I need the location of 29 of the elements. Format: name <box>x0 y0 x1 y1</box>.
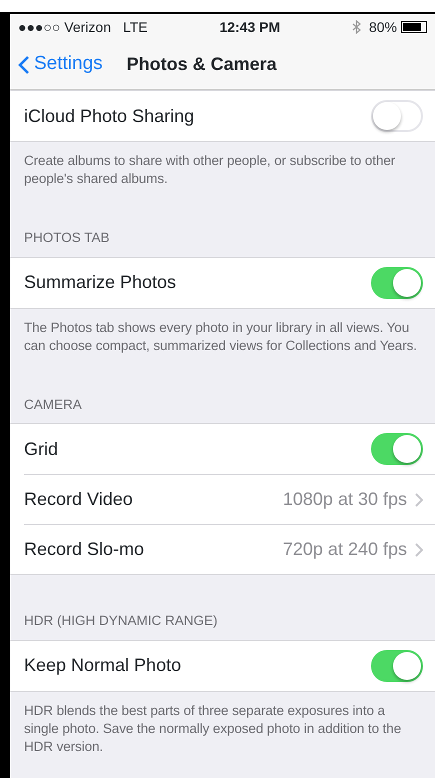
bluetooth-icon <box>352 20 361 34</box>
chevron-icon <box>415 542 423 557</box>
back-button[interactable]: Settings <box>18 50 103 79</box>
section-header: PHOTOS TAB <box>23 229 111 248</box>
clock-time: 12:43 PM <box>219 18 280 36</box>
battery-percent: 80% <box>368 18 397 36</box>
screen-title: Photos & Camera <box>126 53 277 76</box>
back-chevron-icon <box>18 54 30 74</box>
setting-label: Summarize Photos <box>24 271 176 294</box>
setting-label: iCloud Photo Sharing <box>24 104 194 128</box>
setting-value[interactable]: 720p at 240 fps <box>282 536 407 564</box>
section-footer: Create albums to share with other people, or subscribe to other people's shared albums. <box>10 142 435 206</box>
setting-label: Record Video <box>24 488 133 512</box>
toggle-switch[interactable] <box>371 433 423 466</box>
toggle-switch[interactable] <box>371 266 423 299</box>
setting-value[interactable]: 1080p at 30 fps <box>282 486 407 514</box>
setting-label: Record Slo-mo <box>24 538 144 562</box>
signal-dots: ●●●○○ <box>18 18 60 36</box>
section-footer: The Photos tab shows every photo in your library in all views. You can choose compact, summarized views for Collections and Years. <box>10 308 435 374</box>
section-footer: HDR blends the best parts of three separate exposures into a single photo. Save the normally exposed photo in addition to the HDR version. <box>10 692 435 774</box>
setting-label: Grid <box>24 438 58 461</box>
section-header: HDR (HIGH DYNAMIC RANGE) <box>23 612 219 630</box>
toggle-switch[interactable] <box>371 650 423 682</box>
setting-label: Keep Normal Photo <box>24 654 182 678</box>
network-type: LTE <box>122 18 148 36</box>
battery-icon <box>400 21 427 33</box>
chevron-icon <box>415 492 423 507</box>
carrier-name: Verizon <box>64 18 111 36</box>
section-header: CAMERA <box>23 396 83 414</box>
